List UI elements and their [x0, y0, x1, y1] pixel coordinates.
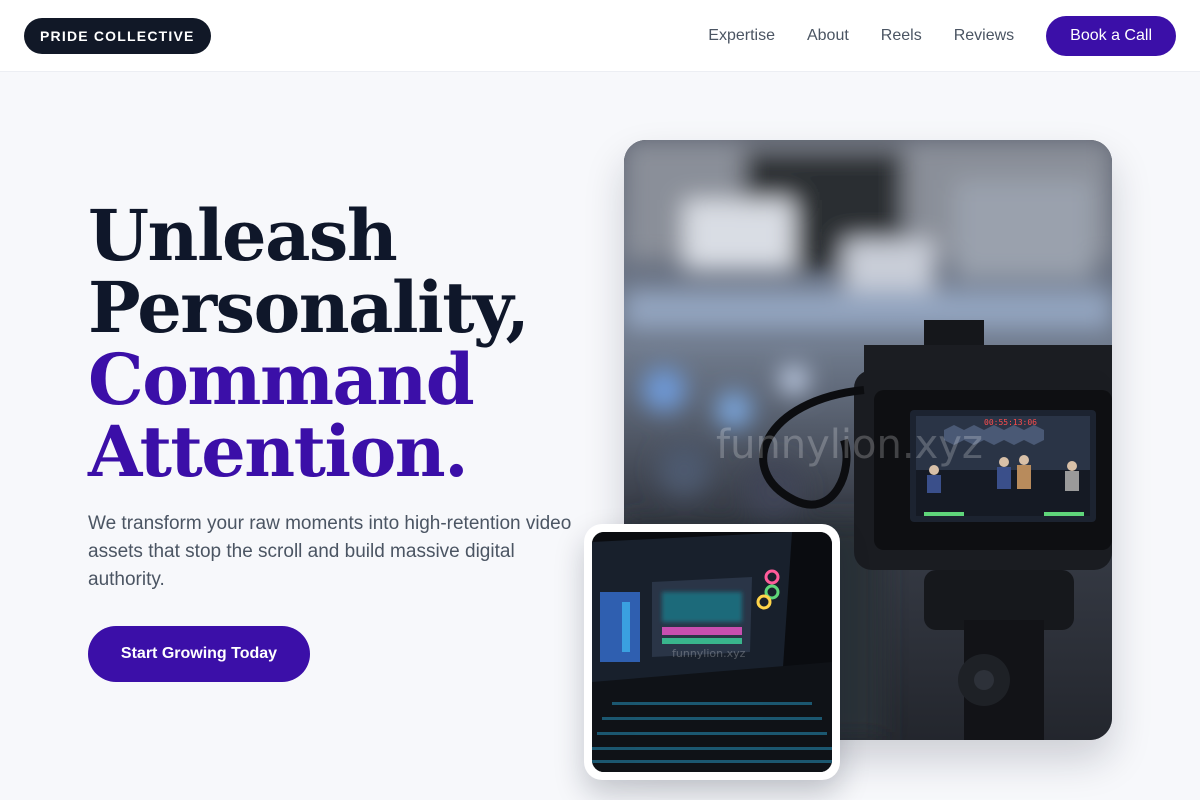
start-growing-button[interactable]: Start Growing Today [88, 626, 310, 682]
editing-photo: funnylion.xyz [592, 532, 832, 772]
headline-line-4: Attention. [88, 410, 469, 493]
nav-link-about[interactable]: About [807, 27, 849, 45]
book-call-button[interactable]: Book a Call [1046, 15, 1176, 56]
headline-line-2: Personality, [88, 266, 530, 349]
editing-photo-frame: funnylion.xyz [584, 524, 840, 780]
site-header: PRIDE COLLECTIVE Expertise About Reels R… [0, 0, 1200, 72]
camera-timecode: 00:55:13:06 [984, 418, 1037, 427]
nav-link-reviews[interactable]: Reviews [954, 27, 1014, 45]
main-nav: Expertise About Reels Reviews Book a Cal… [708, 15, 1176, 56]
headline-line-3: Command [88, 338, 475, 421]
hero-headline: Unleash Personality, Command Attention. [88, 200, 608, 488]
brand-logo[interactable]: PRIDE COLLECTIVE [24, 17, 211, 54]
inset-watermark: funnylion.xyz [672, 647, 746, 660]
headline-line-1: Unleash [88, 194, 398, 277]
main-watermark: funnylion.xyz [716, 422, 983, 468]
nav-link-expertise[interactable]: Expertise [708, 27, 775, 45]
nav-link-reels[interactable]: Reels [881, 27, 922, 45]
hero-subtext: We transform your raw moments into high-… [88, 513, 572, 590]
